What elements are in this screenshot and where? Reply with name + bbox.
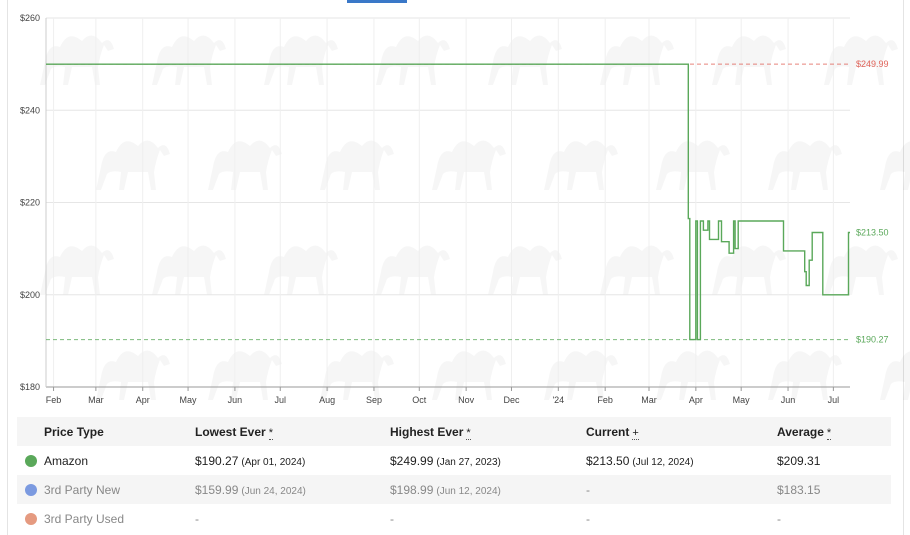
camel-watermark-icon <box>40 245 114 295</box>
chart-series <box>46 63 850 341</box>
price-history-chart: $260 $240 $220 $200 $180 Feb Mar Apr May Jun Jul Au… <box>20 13 910 405</box>
camel-watermark-icon <box>320 140 394 190</box>
amazon-legend-dot <box>25 455 37 468</box>
current-cell: $213.50 (Jul 12, 2024) <box>586 453 694 468</box>
lowest-info-mark[interactable]: * <box>268 426 273 440</box>
header-lowest-ever: Lowest Ever * <box>195 424 273 440</box>
current-cell: - <box>586 511 590 526</box>
camel-watermark-icon <box>376 245 450 295</box>
current-cell: - <box>586 482 590 497</box>
average-cell: $209.31 <box>777 453 821 468</box>
camel-watermark-icon <box>96 350 170 400</box>
x-tick-label: Sep <box>366 395 382 405</box>
average-cell: - <box>777 511 781 526</box>
reference-line-label: $190.27 <box>856 335 889 345</box>
y-tick-label: $180 <box>20 382 40 392</box>
price-type-cell: 3rd Party New <box>17 475 195 504</box>
camel-watermark-icon <box>40 35 114 85</box>
price-summary-table: Price Type Lowest Ever * Highest Ever * Cu… <box>17 417 891 533</box>
chart-grid <box>46 17 850 388</box>
y-tick-label: $200 <box>20 290 40 300</box>
lowest-cell: - <box>195 511 199 526</box>
camel-watermark-icon <box>600 35 674 85</box>
x-tick-label: Feb <box>597 395 613 405</box>
camel-watermark-icon <box>768 140 842 190</box>
y-tick-label: $240 <box>20 105 40 115</box>
x-tick-label: Jun <box>781 395 796 405</box>
x-tick-label: May <box>180 395 198 405</box>
camel-watermark-icon <box>152 245 226 295</box>
camel-watermark-icon <box>712 35 786 85</box>
table-row-amazon[interactable]: Amazon $190.27 (Apr 01, 2024) $249.99 (Jan… <box>17 446 891 475</box>
camel-watermark-icon <box>600 245 674 295</box>
x-tick-label: Apr <box>136 395 150 405</box>
camel-watermark-icon <box>712 245 786 295</box>
series-line-amazon <box>46 63 850 341</box>
camel-watermark-icon <box>488 35 562 85</box>
highest-info-mark[interactable]: * <box>466 426 471 440</box>
camel-watermark-icon <box>656 350 730 400</box>
camel-watermark-icon <box>208 350 282 400</box>
current-info-mark[interactable]: + <box>632 426 639 440</box>
x-tick-label: Nov <box>458 395 475 405</box>
x-tick-label: '24 <box>552 395 564 405</box>
camel-watermark-icon <box>432 140 506 190</box>
camel-watermark-icon <box>880 350 910 400</box>
x-tick-label: Feb <box>46 395 62 405</box>
camel-watermark-icon <box>544 350 618 400</box>
price-type-cell: Amazon <box>17 446 195 475</box>
x-tick-label: Aug <box>319 395 335 405</box>
3rd-party-new-legend-dot <box>25 484 37 497</box>
x-tick-label: Jun <box>228 395 243 405</box>
price-type-cell: 3rd Party Used <box>17 504 195 533</box>
x-tick-label: Apr <box>689 395 703 405</box>
highest-cell: $249.99 (Jan 27, 2023) <box>390 453 501 468</box>
highest-cell: $198.99 (Jun 12, 2024) <box>390 482 501 497</box>
3rd-party-used-legend-dot <box>25 513 37 526</box>
table-header-row: Price Type Lowest Ever * Highest Ever * Cu… <box>17 417 891 446</box>
lowest-cell: $159.99 (Jun 24, 2024) <box>195 482 306 497</box>
camel-watermark-icon <box>656 140 730 190</box>
x-tick-label: Jul <box>274 395 286 405</box>
chart-axes: $260 $240 $220 $200 $180 Feb Mar Apr May Jun Jul Au… <box>20 13 850 405</box>
current-price-label: $213.50 <box>856 227 889 237</box>
camel-watermark-icon <box>320 350 394 400</box>
y-tick-label: $260 <box>20 13 40 23</box>
camel-watermark-icon <box>208 140 282 190</box>
average-cell: $183.15 <box>777 482 821 497</box>
y-tick-label: $220 <box>20 198 40 208</box>
camel-watermark <box>40 35 910 400</box>
camel-watermark-icon <box>824 245 898 295</box>
x-tick-label: May <box>733 395 751 405</box>
camel-watermark-icon <box>768 350 842 400</box>
x-tick-label: Oct <box>412 395 427 405</box>
header-highest-ever: Highest Ever * <box>390 424 471 440</box>
camel-watermark-icon <box>544 140 618 190</box>
x-tick-label: Jul <box>828 395 840 405</box>
average-info-mark[interactable]: * <box>826 426 832 440</box>
camel-watermark-icon <box>432 350 506 400</box>
x-tick-label: Mar <box>641 395 657 405</box>
lowest-cell: $190.27 (Apr 01, 2024) <box>195 453 306 468</box>
table-row-3rd-party-used[interactable]: 3rd Party Used - - - - <box>17 504 891 533</box>
camel-watermark-icon <box>152 35 226 85</box>
reference-lines: $249.99 $190.27 $213.50 <box>46 59 889 345</box>
header-price-type: Price Type <box>44 424 104 439</box>
camel-watermark-icon <box>880 140 910 190</box>
x-tick-label: Mar <box>88 395 104 405</box>
highest-cell: - <box>390 511 394 526</box>
reference-line-label: $249.99 <box>856 59 889 69</box>
camel-watermark-icon <box>96 140 170 190</box>
table-row-3rd-party-new[interactable]: 3rd Party New $159.99 (Jun 24, 2024) $198… <box>17 475 891 504</box>
camel-watermark-icon <box>488 245 562 295</box>
header-current: Current + <box>586 424 639 440</box>
camel-watermark-icon <box>376 35 450 85</box>
header-average: Average * <box>777 424 832 440</box>
x-tick-label: Dec <box>503 395 520 405</box>
